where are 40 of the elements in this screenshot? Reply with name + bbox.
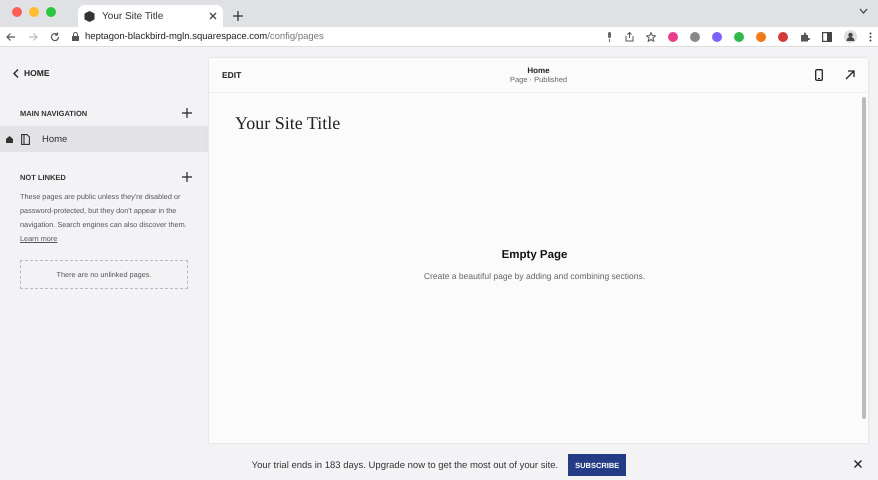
empty-title: Empty Page — [502, 249, 568, 261]
empty-description: Create a beautiful page by adding and combining sections. — [424, 271, 646, 281]
close-icon[interactable] — [209, 12, 217, 20]
home-icon — [6, 136, 13, 142]
page-label: Home — [42, 134, 68, 144]
share-icon[interactable] — [625, 32, 634, 42]
page-title: Home — [526, 66, 551, 75]
star-icon[interactable] — [646, 32, 656, 42]
extension-icon[interactable] — [756, 32, 766, 42]
puzzle-icon[interactable] — [800, 32, 810, 42]
scrollbar-thumb[interactable] — [862, 97, 866, 419]
add-icon[interactable] — [182, 172, 192, 182]
add-icon[interactable] — [182, 108, 192, 118]
close-icon[interactable] — [854, 460, 862, 468]
extension-icon[interactable] — [690, 32, 700, 42]
mobile-icon[interactable] — [815, 69, 823, 81]
microphone-icon[interactable] — [606, 32, 613, 42]
lock-icon — [72, 32, 79, 41]
reload-icon[interactable] — [50, 32, 60, 42]
extension-icon[interactable] — [712, 32, 722, 42]
chevron-down-icon[interactable] — [859, 8, 868, 14]
chevron-left-icon — [13, 68, 19, 78]
extension-icon[interactable] — [778, 32, 788, 42]
site-title: Your Site Title — [234, 112, 342, 135]
new-tab-icon[interactable] — [233, 11, 243, 21]
url-text: heptagon-blackbird-mgln.squarespace.com/config/pages — [85, 31, 324, 42]
edit-button[interactable]: EDIT — [222, 70, 322, 80]
side-panel-icon[interactable] — [822, 32, 832, 42]
extension-icon[interactable] — [734, 32, 744, 42]
open-arrow-icon[interactable] — [845, 70, 855, 80]
browser-tab[interactable]: Your Site Title — [78, 5, 223, 27]
trial-message: Your trial ends in 183 days. Upgrade now to get the most out of your site. — [252, 460, 558, 470]
favicon-icon — [84, 10, 95, 22]
more-icon[interactable] — [869, 32, 872, 42]
back-icon[interactable] — [6, 32, 16, 42]
back-button[interactable]: HOME — [0, 58, 62, 88]
page-icon — [21, 134, 30, 144]
page-item[interactable]: Home — [0, 126, 208, 152]
profile-icon[interactable] — [844, 30, 857, 43]
extension-icon[interactable] — [668, 32, 678, 42]
